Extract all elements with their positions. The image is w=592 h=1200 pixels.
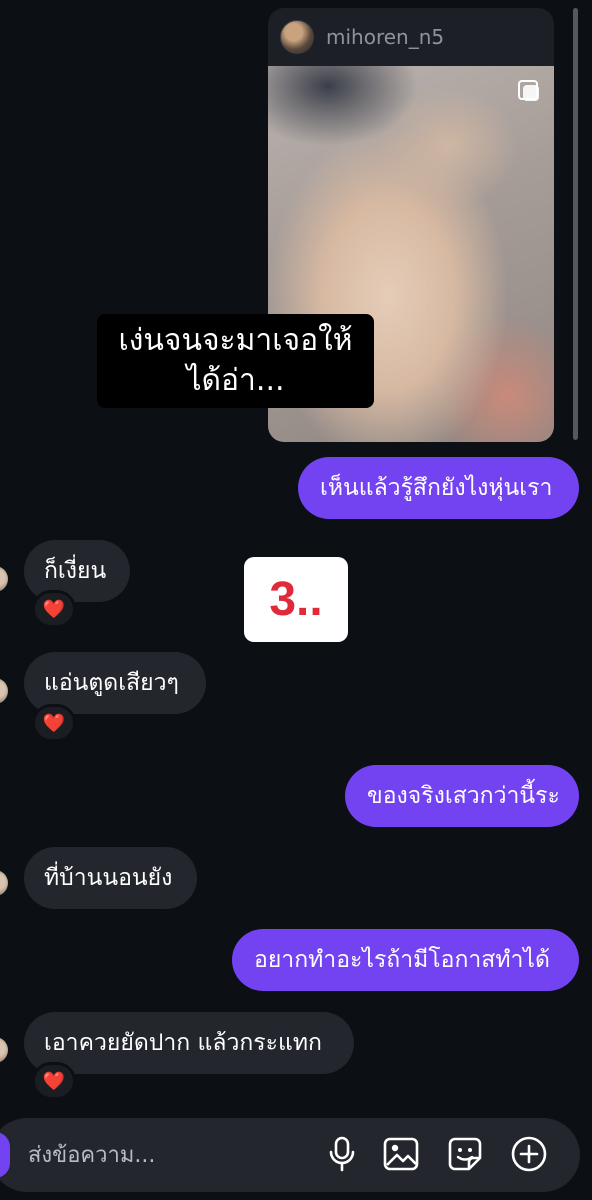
sender-avatar[interactable] [0, 566, 8, 592]
message-text: เห็นแล้วรู้สึกยังไงหุ่นเรา [320, 475, 553, 501]
message-text: เอาควยยัดปาก แล้วกระแทก [44, 1030, 322, 1056]
sender-avatar[interactable] [0, 1037, 8, 1063]
image-icon [383, 1137, 419, 1171]
reaction-badge[interactable]: ❤️ [32, 590, 76, 628]
more-options-button[interactable] [509, 1134, 549, 1174]
sticker-icon [448, 1137, 482, 1171]
heart-icon: ❤️ [42, 598, 66, 620]
gallery-button[interactable] [381, 1134, 421, 1174]
heart-icon: ❤️ [42, 712, 66, 734]
message-text: ของจริงเสวกว่านี้ระ [367, 783, 560, 809]
caption-line-2: ได้อ่า... [186, 363, 285, 398]
multiple-media-icon [518, 80, 540, 102]
post-username[interactable]: mihoren_n5 [326, 25, 444, 49]
sender-avatar[interactable] [0, 678, 8, 704]
sticker-message[interactable]: 3.. [244, 557, 348, 642]
message-bubble-outgoing[interactable]: เห็นแล้วรู้สึกยังไงหุ่นเรา [298, 457, 579, 519]
sticker-text: 3.. [269, 573, 323, 626]
caption-line-1: เง่นจนจะมาเจอให้ [118, 323, 353, 358]
message-input[interactable] [26, 1130, 310, 1180]
message-text: ที่บ้านนอนยัง [44, 865, 173, 891]
post-author-avatar[interactable] [280, 20, 314, 54]
microphone-icon [329, 1136, 355, 1172]
microphone-button[interactable] [322, 1134, 362, 1174]
reaction-badge[interactable]: ❤️ [32, 704, 76, 742]
message-bubble-incoming[interactable]: เอาควยยัดปาก แล้วกระแทก [24, 1012, 354, 1074]
chat-screen: mihoren_n5 เง่นจนจะมาเจอให้ ได้อ่า... เห… [0, 0, 592, 1200]
message-bubble-outgoing[interactable]: อยากทำอะไรถ้ามีโอกาสทำได้ [232, 929, 579, 991]
message-text: ก็เงี่ยน [44, 558, 107, 584]
message-text: อยากทำอะไรถ้ามีโอกาสทำได้ [254, 947, 550, 973]
post-header: mihoren_n5 [268, 8, 554, 66]
message-bubble-incoming[interactable]: ที่บ้านนอนยัง [24, 847, 197, 909]
sender-avatar[interactable] [0, 870, 8, 896]
plus-icon [511, 1136, 547, 1172]
heart-icon: ❤️ [42, 1070, 66, 1092]
message-text: แอ่นตูดเสียวๆ [44, 670, 179, 696]
message-bubble-outgoing[interactable]: ของจริงเสวกว่านี้ระ [345, 765, 579, 827]
reaction-badge[interactable]: ❤️ [32, 1062, 76, 1100]
post-caption-overlay: เง่นจนจะมาเจอให้ ได้อ่า... [97, 314, 374, 408]
scrollbar[interactable] [573, 8, 578, 440]
sticker-button[interactable] [445, 1134, 485, 1174]
